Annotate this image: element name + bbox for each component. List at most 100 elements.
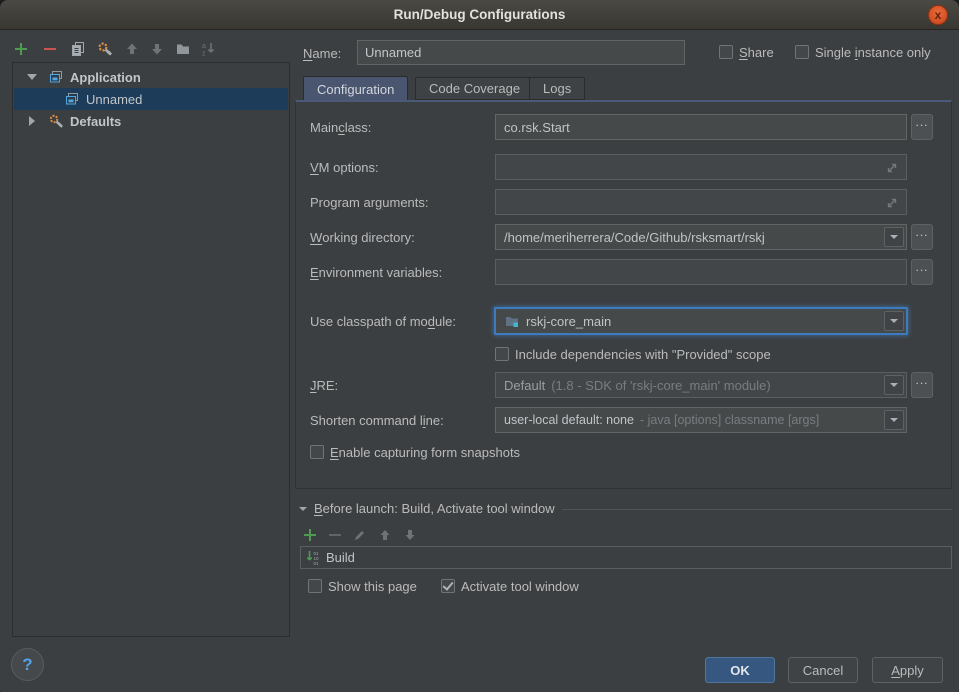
tree-item-label: Unnamed bbox=[86, 92, 142, 107]
enable-snapshots-label: Enable capturing form snapshots bbox=[330, 445, 520, 461]
shorten-value: user-local default: none bbox=[504, 413, 634, 427]
before-launch-add-button[interactable] bbox=[301, 526, 319, 544]
copy-configuration-button[interactable] bbox=[69, 40, 87, 58]
apply-button-label: Apply bbox=[891, 663, 924, 678]
dropdown-button[interactable] bbox=[884, 375, 904, 395]
main-class-label: Main class: bbox=[310, 114, 371, 140]
ellipsis-icon: ... bbox=[915, 260, 928, 274]
move-down-button[interactable] bbox=[148, 40, 166, 58]
before-launch-item-build[interactable]: 01 10 01 Build bbox=[300, 546, 952, 569]
working-directory-combo[interactable]: /home/meriherrera/Code/Github/rsksmart/r… bbox=[495, 224, 907, 250]
tree-item-defaults[interactable]: Defaults bbox=[14, 110, 288, 132]
before-launch-move-up-button[interactable] bbox=[376, 526, 394, 544]
share-label: Share bbox=[739, 45, 774, 61]
environment-variables-browse-button[interactable]: ... bbox=[911, 259, 933, 285]
tab-configuration[interactable]: Configuration bbox=[303, 76, 408, 101]
close-button[interactable]: x bbox=[928, 5, 948, 25]
apply-button[interactable]: Apply bbox=[872, 657, 943, 683]
tree-item-application[interactable]: Application bbox=[14, 66, 288, 88]
use-classpath-value: rskj-core_main bbox=[526, 314, 611, 329]
edit-defaults-button[interactable] bbox=[96, 40, 114, 58]
show-this-page-label: Show this page bbox=[328, 579, 417, 595]
single-instance-checkbox[interactable] bbox=[795, 45, 809, 59]
jre-value: Default bbox=[504, 378, 545, 393]
activate-tool-window-label: Activate tool window bbox=[461, 579, 579, 595]
arrow-up-icon bbox=[378, 528, 392, 542]
help-button[interactable]: ? bbox=[11, 648, 44, 681]
build-item-label: Build bbox=[326, 550, 355, 565]
enable-snapshots-checkbox[interactable] bbox=[310, 445, 324, 459]
arrow-down-icon bbox=[403, 528, 417, 542]
shorten-command-line-combo[interactable]: user-local default: none - java [options… bbox=[495, 407, 907, 433]
section-collapse-icon[interactable] bbox=[299, 507, 307, 511]
collapsed-arrow-icon[interactable] bbox=[29, 116, 35, 126]
minus-icon bbox=[42, 41, 58, 57]
jre-browse-button[interactable]: ... bbox=[911, 372, 933, 398]
tab-label: Code Coverage bbox=[429, 81, 520, 96]
working-directory-value: /home/meriherrera/Code/Github/rsksmart/r… bbox=[504, 230, 765, 245]
shorten-command-line-label: Shorten command line: bbox=[310, 407, 444, 433]
name-label: Name: bbox=[303, 40, 341, 66]
program-arguments-label: Program arguments: bbox=[310, 189, 429, 215]
titlebar[interactable]: Run/Debug Configurations x bbox=[0, 0, 959, 30]
jre-value-detail: (1.8 - SDK of 'rskj-core_main' module) bbox=[551, 378, 771, 393]
before-launch-move-down-button[interactable] bbox=[401, 526, 419, 544]
name-input[interactable] bbox=[357, 40, 685, 65]
add-configuration-button[interactable] bbox=[12, 40, 30, 58]
shorten-value-detail: - java [options] classname [args] bbox=[640, 413, 819, 427]
show-this-page-checkbox[interactable] bbox=[308, 579, 322, 593]
single-instance-label: Single instance only bbox=[815, 45, 931, 61]
move-up-button[interactable] bbox=[123, 40, 141, 58]
create-folder-button[interactable] bbox=[174, 40, 192, 58]
ellipsis-icon: ... bbox=[915, 373, 928, 387]
dropdown-button[interactable] bbox=[884, 311, 904, 331]
before-launch-section-header[interactable]: Before launch: Build, Activate tool wind… bbox=[299, 501, 952, 516]
environment-variables-label: Environment variables: bbox=[310, 259, 442, 285]
expand-field-icon[interactable] bbox=[884, 195, 900, 214]
svg-text:z: z bbox=[202, 51, 206, 58]
run-debug-configurations-dialog: Run/Debug Configurations x a bbox=[0, 0, 959, 692]
before-launch-edit-button[interactable] bbox=[351, 526, 369, 544]
activate-tool-window-checkbox[interactable] bbox=[441, 579, 455, 593]
build-icon: 01 10 01 bbox=[306, 550, 321, 565]
sort-configurations-button[interactable]: a z bbox=[199, 40, 217, 58]
environment-variables-field[interactable] bbox=[495, 259, 907, 285]
dropdown-button[interactable] bbox=[884, 410, 904, 430]
cancel-button-label: Cancel bbox=[803, 663, 843, 678]
cancel-button[interactable]: Cancel bbox=[788, 657, 858, 683]
ellipsis-icon: ... bbox=[915, 225, 928, 239]
remove-configuration-button[interactable] bbox=[41, 40, 59, 58]
tab-code-coverage[interactable]: Code Coverage bbox=[415, 77, 534, 100]
program-arguments-field[interactable] bbox=[495, 189, 907, 215]
tab-logs[interactable]: Logs bbox=[529, 77, 585, 100]
use-classpath-label: Use classpath of module: bbox=[310, 308, 456, 334]
before-launch-remove-button[interactable] bbox=[326, 526, 344, 544]
expand-field-icon[interactable] bbox=[884, 160, 900, 179]
module-icon bbox=[504, 313, 520, 329]
checkmark-icon bbox=[442, 579, 453, 591]
jre-combo[interactable]: Default (1.8 - SDK of 'rskj-core_main' m… bbox=[495, 372, 907, 398]
use-classpath-combo[interactable]: rskj-core_main bbox=[494, 307, 908, 335]
jre-label: JRE: bbox=[310, 372, 338, 398]
application-icon bbox=[48, 69, 64, 85]
dropdown-button[interactable] bbox=[884, 227, 904, 247]
share-checkbox[interactable] bbox=[719, 45, 733, 59]
main-class-browse-button[interactable]: ... bbox=[911, 114, 933, 140]
application-icon bbox=[64, 91, 80, 107]
include-provided-label: Include dependencies with "Provided" sco… bbox=[515, 347, 771, 363]
minus-icon bbox=[328, 528, 342, 542]
include-provided-checkbox[interactable] bbox=[495, 347, 509, 361]
working-directory-browse-button[interactable]: ... bbox=[911, 224, 933, 250]
tree-item-unnamed[interactable]: Unnamed bbox=[14, 88, 288, 110]
chevron-down-icon bbox=[890, 383, 898, 387]
ellipsis-icon: ... bbox=[915, 115, 928, 129]
arrow-up-icon bbox=[124, 41, 140, 57]
section-divider bbox=[562, 509, 952, 510]
dialog-title: Run/Debug Configurations bbox=[394, 7, 566, 22]
close-icon: x bbox=[935, 9, 942, 21]
main-class-field[interactable]: co.rsk.Start bbox=[495, 114, 907, 140]
expanded-arrow-icon[interactable] bbox=[27, 74, 37, 80]
ok-button[interactable]: OK bbox=[705, 657, 775, 683]
tree-item-label: Application bbox=[70, 70, 141, 85]
vm-options-field[interactable] bbox=[495, 154, 907, 180]
